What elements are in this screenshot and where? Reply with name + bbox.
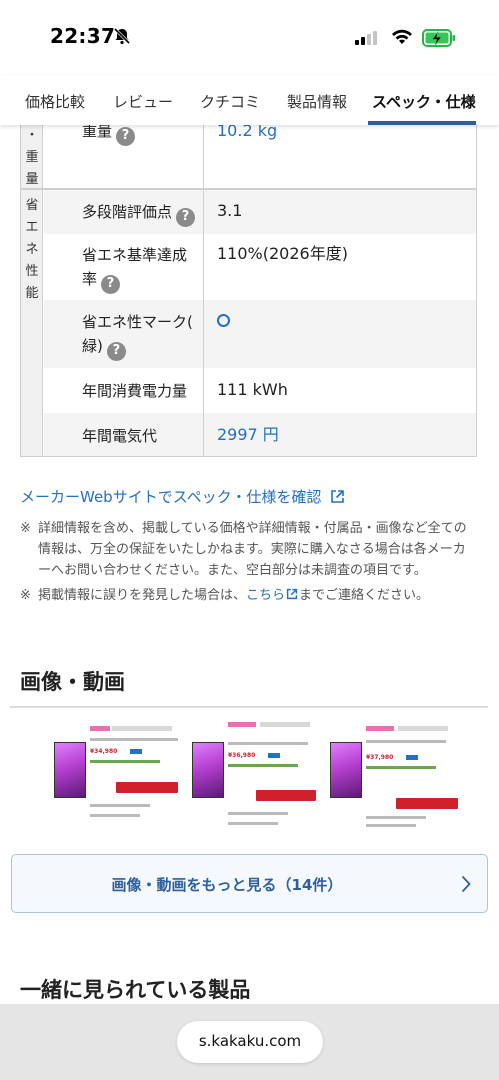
- cart-button-image: [256, 790, 316, 801]
- spec-label: 多段階評価点: [82, 203, 173, 221]
- spec-table: ・重量 省エネ性能 重量? 10.2 kg 多段階評価点? 3.1 省エネ基準達…: [20, 110, 477, 457]
- battery-charging-icon: [422, 29, 455, 47]
- cellular-signal-icon: [355, 31, 377, 45]
- spec-row-rating: 多段階評価点? 3.1: [44, 189, 476, 234]
- thumb-price: ¥34,980: [90, 748, 118, 755]
- tab-product-info[interactable]: 製品情報: [287, 91, 347, 112]
- url-text: s.kakaku.com: [198, 1032, 302, 1050]
- spec-label-cont: 緑): [82, 337, 103, 355]
- spec-value: 111 kWh: [217, 380, 288, 399]
- browser-bottom-bar: s.kakaku.com: [0, 1004, 499, 1080]
- thumb-price: ¥36,980: [228, 752, 256, 759]
- image-thumbnail[interactable]: ¥34,980: [52, 720, 182, 830]
- tab-kuchikomi[interactable]: クチコミ: [200, 91, 260, 112]
- tab-spec[interactable]: スペック・仕様: [372, 91, 476, 112]
- status-bar: 22:37: [0, 0, 499, 75]
- images-section-title: 画像・動画: [20, 670, 125, 694]
- related-section-title: 一緒に見られている製品: [20, 978, 251, 1002]
- thumb-price: ¥37,980: [366, 754, 394, 761]
- external-link-icon: [331, 490, 344, 503]
- external-link-icon: [286, 588, 298, 600]
- spec-row-annual-power: 年間消費電力量 111 kWh: [44, 368, 476, 413]
- column-divider: [203, 111, 204, 456]
- spec-label: 年間消費電力量: [82, 382, 188, 400]
- more-images-label: 画像・動画をもっと見る（14件）: [111, 876, 343, 894]
- spec-label: 省エネ基準達成: [82, 246, 188, 264]
- help-icon[interactable]: ?: [176, 207, 196, 227]
- spec-value-link[interactable]: 2997 円: [217, 423, 279, 447]
- maker-link-label: メーカーWebサイトでスペック・仕様を確認: [20, 488, 322, 506]
- spec-label: 年間電気代: [82, 427, 158, 445]
- help-icon[interactable]: ?: [101, 274, 121, 294]
- disclaimer-note: ※ 詳細情報を含め、掲載している価格や詳細情報・付属品・画像など全ての 情報は、…: [20, 521, 467, 578]
- image-thumbnail[interactable]: ¥37,980: [328, 720, 458, 830]
- contact-link[interactable]: こちら: [246, 588, 285, 603]
- spec-value: 110%(2026年度): [217, 244, 348, 263]
- wifi-icon: [392, 29, 412, 44]
- spec-label: 省エネ性マーク(: [82, 313, 193, 331]
- spec-value: 3.1: [217, 201, 243, 220]
- spec-category-eco: 省エネ性能: [21, 189, 43, 456]
- spec-label-cont: 率: [82, 270, 98, 288]
- tab-review[interactable]: レビュー: [113, 91, 173, 112]
- spec-row-eco-mark: 省エネ性マーク( 緑)?: [44, 300, 476, 368]
- circle-mark-icon: [217, 314, 230, 327]
- section-rule: [10, 706, 488, 708]
- cart-button-image: [116, 782, 178, 793]
- address-bar[interactable]: s.kakaku.com: [177, 1021, 323, 1063]
- divider: [21, 189, 476, 190]
- tab-bar: 価格比較 レビュー クチコミ 製品情報 スペック・仕様: [0, 75, 499, 125]
- report-error-note: ※ 掲載情報に誤りを発見した場合は、こちら までご連絡ください。: [20, 588, 430, 603]
- tv-product-image: [54, 742, 86, 798]
- more-images-button[interactable]: 画像・動画をもっと見る（14件）: [11, 854, 488, 913]
- spec-row-achievement: 省エネ基準達成 率? 110%(2026年度): [44, 234, 476, 300]
- spec-row-annual-cost: 年間電気代 2997 円: [44, 413, 476, 456]
- cart-button-image: [396, 798, 458, 809]
- maker-website-link[interactable]: メーカーWebサイトでスペック・仕様を確認: [20, 486, 345, 507]
- bell-muted-icon: [113, 27, 131, 45]
- status-time: 22:37: [50, 24, 116, 48]
- active-tab-indicator: [368, 121, 476, 125]
- chevron-right-icon: [461, 875, 471, 893]
- help-icon[interactable]: ?: [106, 341, 126, 361]
- tab-price-compare[interactable]: 価格比較: [25, 91, 85, 112]
- tv-product-image: [330, 742, 362, 798]
- tv-product-image: [192, 742, 224, 798]
- image-thumbnail[interactable]: ¥36,980: [190, 720, 320, 830]
- help-icon[interactable]: ?: [116, 126, 136, 146]
